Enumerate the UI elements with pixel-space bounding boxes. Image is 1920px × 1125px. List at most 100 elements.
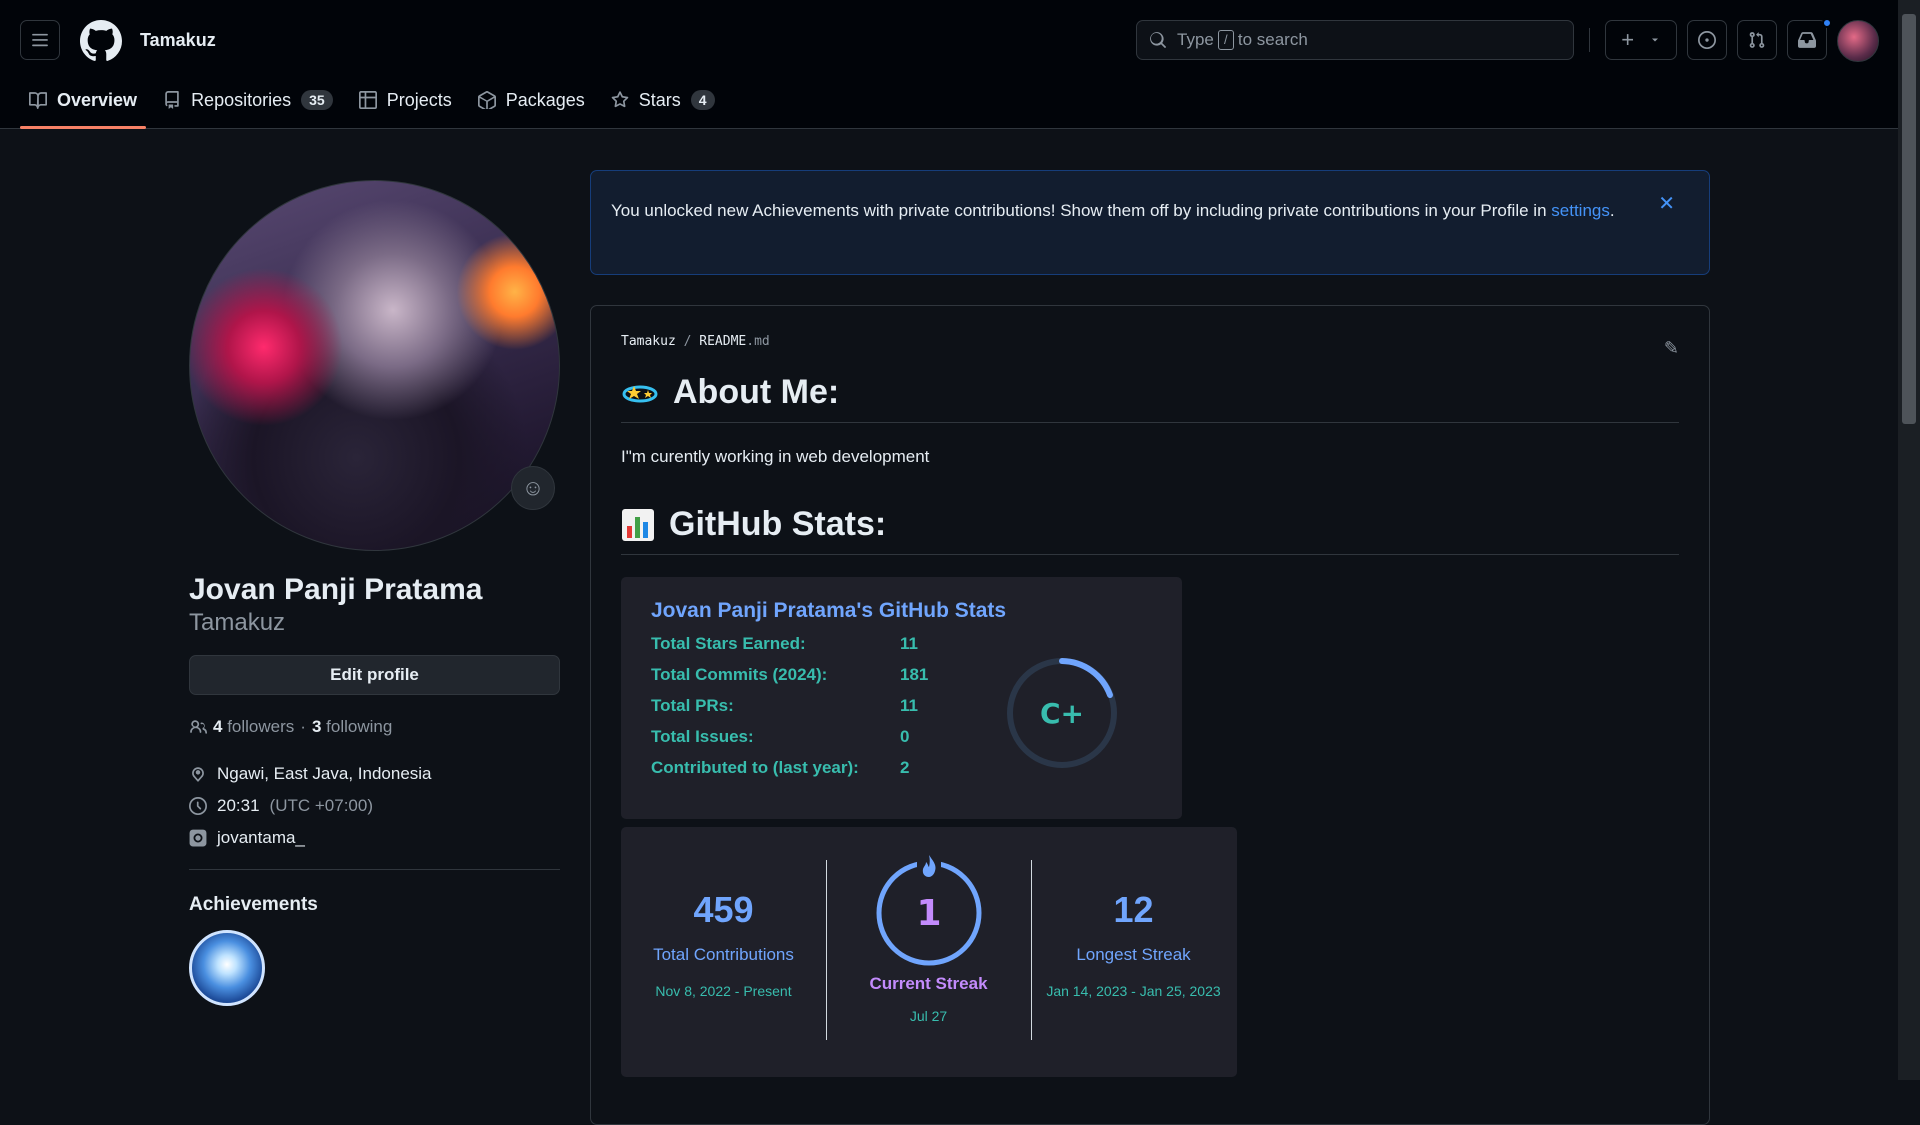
menu-button[interactable] — [20, 20, 60, 60]
set-status-button[interactable]: ☺ — [511, 466, 555, 510]
table-icon — [358, 91, 377, 109]
search-icon — [1150, 32, 1166, 48]
top-bar: Tamakuz Type / to search + — [20, 18, 1879, 62]
repo-icon — [165, 91, 179, 109]
pull-requests-button[interactable] — [1737, 20, 1777, 60]
followers-label: followers — [227, 717, 295, 736]
local-time: 20:31 — [217, 796, 260, 815]
stat-label: Total Commits (2024): — [651, 665, 828, 684]
inbox-button[interactable] — [1787, 20, 1827, 60]
stat-value: 2 — [900, 758, 910, 777]
instagram-item[interactable]: jovantama_ — [189, 827, 560, 849]
profile-main: You unlocked new Achievements with priva… — [590, 170, 1710, 1125]
smiley-icon: ☺ — [521, 475, 545, 500]
location-item: Ngawi, East Java, Indonesia — [189, 763, 560, 785]
github-logo[interactable] — [80, 20, 122, 62]
issue-opened-icon — [1698, 31, 1716, 49]
current-streak-column: 1 Current Streak Jul 27 — [826, 827, 1031, 1024]
timezone: (UTC +07:00) — [269, 796, 373, 815]
tab-repositories-label: Repositories — [191, 89, 292, 110]
rank-circle: C+ — [1007, 658, 1117, 768]
profile-avatar[interactable] — [189, 180, 560, 551]
stat-label: Total Stars Earned: — [651, 634, 806, 653]
plus-icon: + — [1621, 27, 1635, 52]
header-divider — [1589, 28, 1590, 52]
instagram-handle: jovantama_ — [217, 828, 305, 847]
flash-message: You unlocked new Achievements with priva… — [611, 201, 1547, 220]
clock-icon — [189, 797, 207, 815]
notification-dot — [1822, 18, 1832, 28]
search-placeholder-post: to search — [1237, 30, 1308, 49]
profile-readme: Tamakuz / README.md ✎ About Me: I"m cure… — [590, 305, 1710, 1125]
total-contributions-column: 459 Total Contributions Nov 8, 2022 - Pr… — [621, 827, 826, 999]
location-icon — [192, 767, 204, 782]
flash-end: . — [1609, 201, 1615, 220]
github-mark-icon — [80, 20, 122, 61]
edit-readme-pencil-icon[interactable]: ✎ — [1664, 338, 1679, 359]
local-time-item: 20:31 (UTC +07:00) — [189, 795, 560, 817]
inbox-icon — [1798, 32, 1816, 48]
issues-button[interactable] — [1687, 20, 1727, 60]
following-link[interactable]: 3 following — [312, 717, 392, 737]
readme-file: README — [699, 334, 747, 349]
create-new-button[interactable]: + — [1605, 20, 1677, 60]
stats-card-title: Jovan Panji Pratama's GitHub Stats — [651, 599, 1007, 622]
total-contributions-value: 459 — [693, 889, 754, 930]
stat-value: 11 — [900, 696, 918, 715]
about-text: I"m curently working in web development — [621, 447, 930, 466]
tab-overview-label: Overview — [57, 89, 138, 110]
close-icon[interactable]: ✕ — [1658, 191, 1675, 218]
stats-heading: GitHub Stats: — [621, 505, 1679, 555]
triangle-down-icon — [1651, 38, 1658, 42]
follow-separator: · — [300, 717, 306, 736]
profile-sidebar: ☺ Jovan Panji Pratama Tamakuz Edit profi… — [189, 180, 560, 1006]
tab-stars[interactable]: Stars 4 — [602, 82, 724, 118]
header-username[interactable]: Tamakuz — [140, 30, 216, 51]
package-icon — [477, 91, 496, 109]
settings-link[interactable]: settings — [1551, 201, 1610, 220]
total-contributions-range: Nov 8, 2022 - Present — [655, 983, 792, 999]
tab-overview[interactable]: Overview — [20, 82, 147, 129]
readme-owner-link[interactable]: Tamakuz — [621, 334, 676, 349]
global-header: Tamakuz Type / to search + Overview Repo… — [0, 0, 1898, 129]
tab-repositories[interactable]: Repositories 35 — [154, 82, 342, 118]
longest-streak-column: 12 Longest Streak Jan 14, 2023 - Jan 25,… — [1031, 827, 1236, 999]
tab-stars-label: Stars — [638, 89, 681, 110]
tab-projects-label: Projects — [386, 89, 452, 110]
total-contributions-label: Total Contributions — [653, 945, 794, 964]
follow-stats: 4 followers · 3 following — [189, 717, 560, 737]
search-input[interactable]: Type / to search — [1136, 20, 1574, 60]
achievements-heading[interactable]: Achievements — [189, 894, 560, 916]
profile-fullname: Jovan Panji Pratama — [189, 573, 483, 606]
streak-stats-card[interactable]: 459 Total Contributions Nov 8, 2022 - Pr… — [621, 827, 1237, 1077]
longest-streak-value: 12 — [1113, 889, 1154, 930]
scrollbar-thumb[interactable] — [1902, 14, 1916, 424]
streak-ring: 1 — [876, 853, 981, 966]
longest-streak-label: Longest Streak — [1076, 945, 1191, 964]
stat-value: 0 — [900, 727, 910, 746]
stat-row: Total Stars Earned: 11 — [651, 634, 1152, 654]
sidebar-divider — [189, 869, 560, 870]
longest-streak-range: Jan 14, 2023 - Jan 25, 2023 — [1046, 983, 1221, 999]
search-shortcut-key: / — [1217, 30, 1234, 50]
about-heading-text: About Me: — [673, 373, 840, 411]
current-streak-date: Jul 27 — [909, 1008, 948, 1024]
readme-path-slash: / — [683, 334, 692, 349]
current-streak-label: Current Streak — [869, 974, 988, 993]
achievement-badge-icon[interactable] — [189, 930, 265, 1006]
followers-link[interactable]: 4 followers — [213, 717, 294, 737]
profile-tabs: Overview Repositories 35 Projects Packag… — [20, 82, 724, 129]
stat-label: Contributed to (last year): — [651, 758, 859, 777]
git-pull-request-icon — [1749, 32, 1765, 48]
achievements-flash: You unlocked new Achievements with priva… — [590, 170, 1710, 275]
tab-packages[interactable]: Packages — [469, 82, 594, 118]
edit-profile-button[interactable]: Edit profile — [189, 655, 560, 695]
github-stats-card[interactable]: Jovan Panji Pratama's GitHub Stats Total… — [621, 577, 1182, 819]
book-icon — [29, 92, 47, 109]
stat-value: 181 — [900, 665, 929, 684]
readme-path: Tamakuz / README.md — [621, 334, 1679, 349]
user-avatar[interactable] — [1837, 20, 1879, 62]
tab-projects[interactable]: Projects — [350, 82, 461, 118]
bar-chart-icon — [622, 508, 654, 541]
following-label: following — [326, 717, 393, 736]
